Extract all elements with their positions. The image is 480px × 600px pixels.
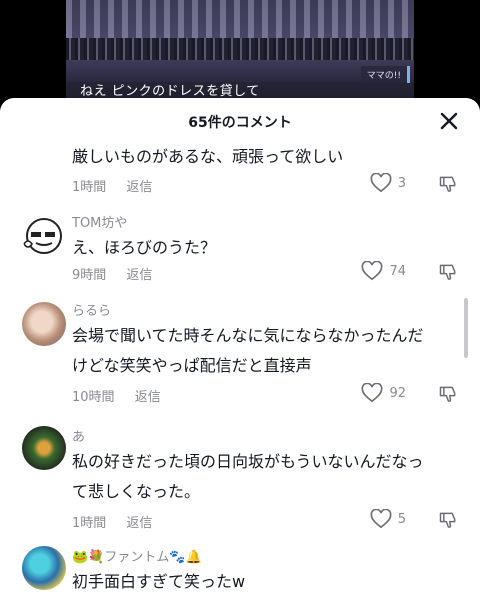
comment-item: あ 私の好きだった頃の日向坂がもういないんだなっ て悲しくなった。 1時間 返信… xyxy=(0,426,480,538)
comment-count-title: 65件のコメント xyxy=(188,115,292,131)
avatar[interactable] xyxy=(22,546,66,590)
reply-button[interactable]: 返信 xyxy=(126,180,152,195)
heart-icon xyxy=(370,173,392,193)
scrollbar[interactable] xyxy=(464,298,468,358)
comment-text: 厳しいものがあるな、頑張って欲しい xyxy=(72,147,344,166)
video-tag: ママの!! xyxy=(360,66,410,83)
comment-username[interactable]: あ xyxy=(72,426,440,445)
comment-text: え、ほろびのうた？ xyxy=(72,238,217,257)
avatar[interactable] xyxy=(22,302,66,346)
comment-item: 厳しいものがあるな、頑張って欲しい 1時間 返信 3 xyxy=(0,142,480,202)
comment-text: て悲しくなった。 xyxy=(72,482,201,501)
comment-username[interactable]: 🐸💐ファントム🐾🔔 xyxy=(72,546,440,565)
comment-username[interactable]: らるら xyxy=(72,300,440,319)
cartoon-face-icon xyxy=(23,218,62,254)
heart-icon xyxy=(361,383,383,403)
like-button[interactable]: 5 xyxy=(370,509,406,529)
comment-time: 1時間 xyxy=(72,516,107,531)
comment-meta: 9時間 返信 xyxy=(72,264,152,283)
comment-username[interactable]: TOM坊や xyxy=(72,212,440,231)
comments-panel: 65件のコメント 厳しいものがあるな、頑張って欲しい 1時間 返信 3 TOM坊… xyxy=(0,98,480,600)
like-button[interactable]: 74 xyxy=(361,261,406,281)
comment-meta: 1時間 返信 xyxy=(72,512,152,531)
comment-meta: 1時間 返信 xyxy=(72,176,152,195)
comment-meta: 10時間 返信 xyxy=(72,386,161,405)
dislike-icon[interactable] xyxy=(438,174,458,194)
comment-text: けどな笑笑やっぱ配信だと直接声 xyxy=(72,356,312,375)
comment-text: 会場で聞いてた時そんなに気にならなかったんだ xyxy=(72,326,424,345)
like-button[interactable]: 3 xyxy=(370,173,406,193)
comment-item: らるら 会場で聞いてた時そんなに気にならなかったんだ けどな笑笑やっぱ配信だと直… xyxy=(0,300,480,414)
close-icon[interactable] xyxy=(438,110,460,132)
like-count: 3 xyxy=(397,175,406,191)
like-count: 74 xyxy=(389,263,406,279)
comment-text: 初手面白すぎて笑ったw xyxy=(72,572,246,591)
heart-icon xyxy=(370,509,392,529)
panel-header: 65件のコメント xyxy=(0,98,480,144)
reply-button[interactable]: 返信 xyxy=(126,268,152,283)
comment-item: 🐸💐ファントム🐾🔔 初手面白すぎて笑ったw xyxy=(0,546,480,600)
comment-item: TOM坊や え、ほろびのうた？ 9時間 返信 74 xyxy=(0,212,480,292)
avatar[interactable] xyxy=(22,214,66,258)
like-count: 92 xyxy=(389,385,406,401)
comment-time: 9時間 xyxy=(72,268,107,283)
comment-time: 10時間 xyxy=(72,390,115,405)
reply-button[interactable]: 返信 xyxy=(126,516,152,531)
video-subtitle: ねえ ピンクのドレスを貸して xyxy=(80,84,260,99)
dislike-icon[interactable] xyxy=(438,384,458,404)
like-count: 5 xyxy=(397,511,406,527)
comment-time: 1時間 xyxy=(72,180,107,195)
dislike-icon[interactable] xyxy=(438,510,458,530)
stage-crowd xyxy=(66,38,414,60)
like-button[interactable]: 92 xyxy=(361,383,406,403)
heart-icon xyxy=(361,261,383,281)
avatar[interactable] xyxy=(22,426,66,470)
video-player[interactable]: ママの!! ねえ ピンクのドレスを貸して xyxy=(0,0,480,110)
reply-button[interactable]: 返信 xyxy=(135,390,161,405)
dislike-icon[interactable] xyxy=(438,262,458,282)
comment-text: 私の好きだった頃の日向坂がもういないんだなっ xyxy=(72,452,424,471)
